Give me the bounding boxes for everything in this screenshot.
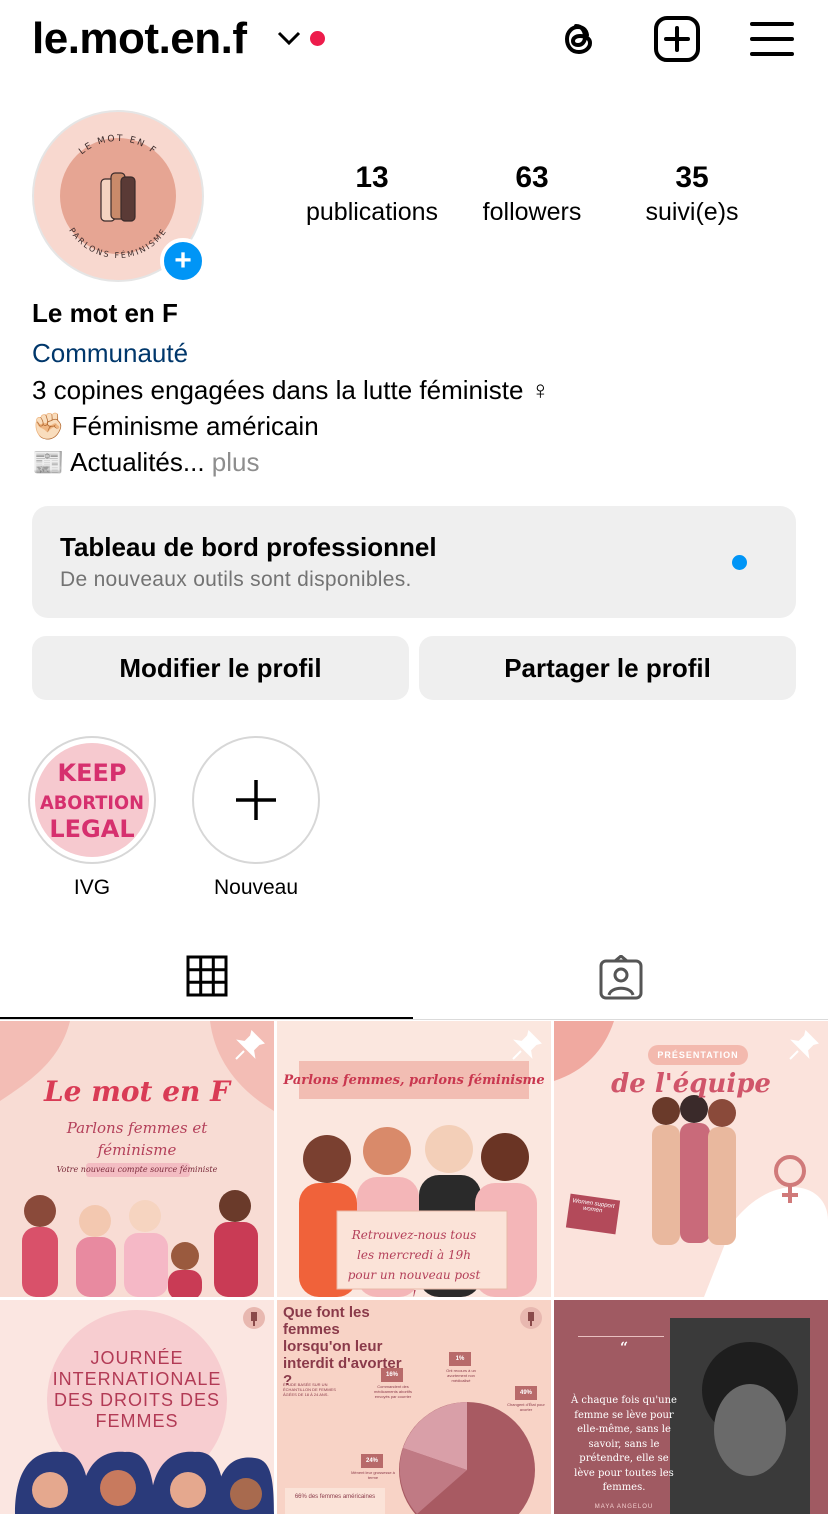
highlight-label: IVG: [73, 876, 111, 899]
post-stat-label: Commandent des médicaments abortifs envo…: [373, 1384, 412, 1399]
stat-followers[interactable]: 63 followers: [447, 160, 617, 228]
highlight-ivg[interactable]: KEEP ABORTION LEGAL IVG: [28, 736, 156, 900]
post-tile[interactable]: JOURNÉE INTERNATIONALE DES DROITS DES FE…: [0, 1300, 274, 1514]
stat-label: publications: [305, 198, 439, 226]
create-post-icon[interactable]: [652, 14, 702, 64]
post-stat: 1%: [455, 1356, 465, 1362]
post-footer: 66% des femmes américaines: [294, 1494, 376, 1500]
post-tile[interactable]: “ À chaque fois qu'une femme se lève pou…: [554, 1300, 828, 1514]
cover-line-2: ABORTION: [40, 792, 144, 814]
pin-icon: [789, 1030, 819, 1060]
highlight-cover: KEEP ABORTION LEGAL: [28, 736, 156, 864]
post-title: Le mot en F: [43, 1075, 231, 1108]
bio-line-2: ✊🏻 Féminisme américain: [32, 411, 319, 441]
pin-icon: [520, 1307, 542, 1329]
highlight-new[interactable]: Nouveau: [192, 736, 320, 900]
post-tile[interactable]: PRÉSENTATION de l'équipe Women support w…: [554, 1021, 828, 1297]
raised-fists-icon: [100, 172, 136, 222]
post-tile[interactable]: Le mot en F Parlons femmes et féminisme …: [0, 1021, 274, 1297]
bio-line-3: 📰 Actualités... plus: [32, 444, 260, 480]
cover-line-1: KEEP: [58, 759, 127, 787]
add-story-button[interactable]: +: [160, 238, 206, 284]
profile-category[interactable]: Communauté: [32, 338, 188, 369]
post-stat-label: Changent d'État pour avorter: [507, 1402, 545, 1412]
account-username[interactable]: le.mot.en.f: [32, 14, 247, 64]
post-stat: 49%: [519, 1390, 532, 1396]
post-note: ÉTUDE BASÉE SUR UN ÉCHANTILLON DE FEMMES…: [283, 1382, 336, 1397]
bio-line-3-text: 📰 Actualités...: [32, 447, 205, 477]
post-stat: 24%: [365, 1458, 378, 1464]
profile-name: Le mot en F: [32, 298, 178, 328]
stat-publications[interactable]: 13 publications: [287, 160, 457, 228]
stat-label: suivi(e)s: [645, 198, 739, 226]
edit-profile-button[interactable]: Modifier le profil: [32, 636, 409, 700]
cover-line-3: LEGAL: [49, 815, 134, 843]
post-subtitle: Parlons femmes et féminisme: [66, 1119, 208, 1159]
highlight-label: Nouveau: [213, 876, 299, 899]
highlight-new-ring: [192, 736, 320, 864]
post-title: de l'équipe: [611, 1069, 771, 1099]
grid-icon[interactable]: [186, 955, 228, 997]
top-bar: le.mot.en.f: [0, 0, 828, 80]
new-indicator-dot: [732, 555, 747, 570]
keep-abortion-legal-cover: KEEP ABORTION LEGAL: [35, 743, 149, 857]
post-caption: Retrouvez-nous tous les mercredi à 19h p…: [347, 1228, 481, 1297]
pin-icon: [512, 1030, 542, 1060]
menu-icon[interactable]: [748, 14, 798, 64]
post-stat-label: Ont recours à un avortement non médicali…: [446, 1368, 476, 1383]
share-profile-button[interactable]: Partager le profil: [419, 636, 796, 700]
quote-mark: “: [619, 1340, 629, 1356]
stat-label: followers: [482, 198, 582, 226]
stat-value: 13: [355, 161, 389, 194]
stat-value: 35: [675, 161, 709, 194]
post-title: JOURNÉE INTERNATIONALE DES DROITS DES FE…: [52, 1348, 222, 1431]
post-tile[interactable]: Parlons femmes, parlons féminisme Retrou…: [277, 1021, 551, 1297]
post-author: MAYA ANGELOU: [594, 1504, 654, 1510]
dashboard-title: Tableau de bord professionnel: [60, 532, 437, 562]
tab-divider: [0, 1019, 828, 1020]
post-note: Votre nouveau compte source féministe: [56, 1165, 218, 1174]
pin-icon: [243, 1307, 265, 1329]
stat-value: 63: [515, 161, 549, 194]
professional-dashboard-card[interactable]: Tableau de bord professionnel De nouveau…: [32, 506, 796, 618]
tagged-icon[interactable]: [598, 955, 644, 1001]
post-tile[interactable]: Que font les femmes lorsqu'on leur inter…: [277, 1300, 551, 1514]
plus-icon: [236, 780, 276, 820]
dashboard-subtitle: De nouveaux outils sont disponibles.: [60, 568, 412, 591]
post-stat: 16%: [385, 1372, 398, 1378]
post-badge: PRÉSENTATION: [648, 1045, 748, 1065]
post-quote: À chaque fois qu'une femme se lève pour …: [571, 1395, 677, 1493]
notification-dot: [310, 31, 325, 46]
pin-icon: [235, 1030, 265, 1060]
post-title: Parlons femmes, parlons féminisme: [283, 1073, 545, 1088]
stat-following[interactable]: 35 suivi(e)s: [607, 160, 777, 228]
plus-icon: +: [174, 244, 192, 277]
bio-line-1: 3 copines engagées dans la lutte féminis…: [32, 375, 551, 405]
bio-more-link[interactable]: plus: [212, 447, 260, 477]
post-stat-label: Mènent leur grossesse à terme: [351, 1470, 395, 1480]
threads-icon[interactable]: [554, 14, 604, 64]
chevron-down-icon[interactable]: [276, 28, 302, 48]
